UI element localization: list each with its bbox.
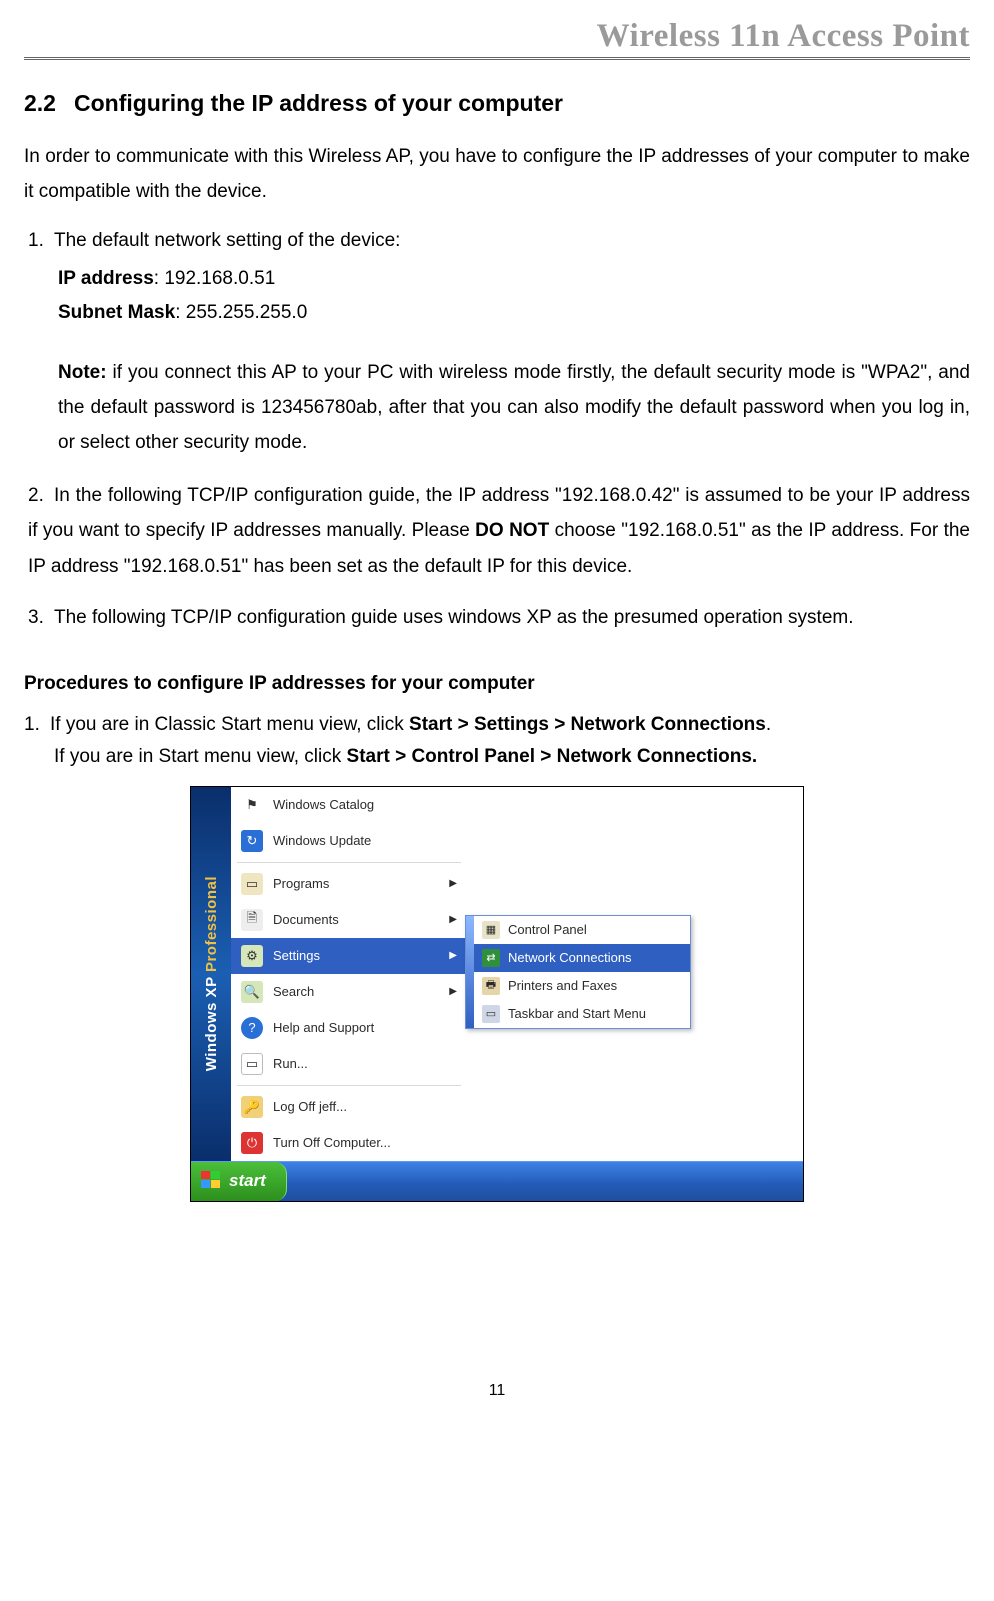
submenu-label: Network Connections <box>508 950 632 965</box>
section-heading: 2.2 Configuring the IP address of your co… <box>24 90 970 117</box>
control-panel-icon: ▦ <box>482 921 500 939</box>
separator <box>237 1085 461 1086</box>
banner-pro: Professional <box>203 876 220 972</box>
chevron-right-icon: ▶ <box>449 986 457 997</box>
network-icon: ⇄ <box>482 949 500 967</box>
proc1b-bold: Start > Control Panel > Network Connecti… <box>347 746 758 767</box>
proc1-bold: Start > Settings > Network Connections <box>409 714 766 735</box>
submenu-label: Control Panel <box>508 922 587 937</box>
settings-icon: ⚙ <box>241 945 263 967</box>
list2-bold: DO NOT <box>475 520 549 541</box>
taskbar-icon: ▭ <box>482 1005 500 1023</box>
menu-label: Turn Off Computer... <box>273 1135 391 1150</box>
windows-side-banner: Windows XP Professional <box>191 787 231 1161</box>
flag-icon: ⚑ <box>241 794 263 816</box>
list1-text: The default network setting of the devic… <box>54 230 400 251</box>
mask-label: Subnet Mask <box>58 302 175 323</box>
menu-turnoff[interactable]: ⏻ Turn Off Computer... <box>231 1125 467 1161</box>
note-text: if you connect this AP to your PC with w… <box>58 362 970 453</box>
search-icon: 🔍 <box>241 981 263 1003</box>
power-icon: ⏻ <box>241 1132 263 1154</box>
intro-paragraph: In order to communicate with this Wirele… <box>24 139 970 209</box>
menu-help[interactable]: ? Help and Support <box>231 1010 467 1046</box>
menu-logoff[interactable]: 🔑 Log Off jeff... <box>231 1089 467 1125</box>
menu-label: Windows Catalog <box>273 797 374 812</box>
menu-label: Run... <box>273 1056 308 1071</box>
submenu-control-panel[interactable]: ▦ Control Panel <box>474 916 690 944</box>
menu-label: Settings <box>273 948 320 963</box>
proc1-post: . <box>766 714 771 735</box>
note-label: Note: <box>58 362 107 383</box>
start-button[interactable]: start <box>191 1162 287 1201</box>
menu-label: Log Off jeff... <box>273 1099 347 1114</box>
note-block: Note: if you connect this AP to your PC … <box>58 355 970 460</box>
menu-documents[interactable]: 🗎 Documents ▶ <box>231 902 467 938</box>
settings-submenu: ▦ Control Panel ⇄ Network Connections 🖶 Pri… <box>465 915 691 1029</box>
chevron-right-icon: ▶ <box>449 950 457 961</box>
list-num: 1. <box>28 223 54 258</box>
submenu-label: Taskbar and Start Menu <box>508 1006 646 1021</box>
page-header: Wireless 11n Access Point <box>24 18 970 60</box>
printer-icon: 🖶 <box>482 977 500 995</box>
documents-icon: 🗎 <box>241 909 263 931</box>
submenu-taskbar[interactable]: ▭ Taskbar and Start Menu <box>474 1000 690 1028</box>
menu-settings[interactable]: ⚙ Settings ▶ <box>231 938 467 974</box>
procedures-heading: Procedures to configure IP addresses for… <box>24 673 970 695</box>
list-num: 1. <box>24 709 50 741</box>
start-menu-column: ⚑ Windows Catalog ↻ Windows Update ▭ Progra… <box>231 787 467 1161</box>
page-number: 11 <box>24 1382 970 1420</box>
menu-windows-update[interactable]: ↻ Windows Update <box>231 823 467 859</box>
mask-value: : 255.255.255.0 <box>175 302 307 323</box>
menu-run[interactable]: ▭ Run... <box>231 1046 467 1082</box>
menu-label: Search <box>273 984 314 999</box>
submenu-network-connections[interactable]: ⇄ Network Connections <box>474 944 690 972</box>
submenu-printers[interactable]: 🖶 Printers and Faxes <box>474 972 690 1000</box>
taskbar: start <box>191 1161 803 1201</box>
start-label: start <box>229 1171 266 1191</box>
menu-windows-catalog[interactable]: ⚑ Windows Catalog <box>231 787 467 823</box>
screenshot-start-menu: Windows XP Professional ⚑ Windows Catalog… <box>190 786 804 1202</box>
procedure-item-1: 1.If you are in Classic Start menu view,… <box>24 709 970 741</box>
separator <box>237 862 461 863</box>
product-title: Wireless 11n Access Point <box>597 18 970 54</box>
proc1-pre: If you are in Classic Start menu view, c… <box>50 714 409 735</box>
menu-label: Help and Support <box>273 1020 374 1035</box>
run-icon: ▭ <box>241 1053 263 1075</box>
menu-label: Programs <box>273 876 329 891</box>
chevron-right-icon: ▶ <box>449 914 457 925</box>
menu-label: Documents <box>273 912 339 927</box>
list-num: 3. <box>28 600 54 635</box>
update-icon: ↻ <box>241 830 263 852</box>
ip-label: IP address <box>58 268 154 289</box>
submenu-label: Printers and Faxes <box>508 978 617 993</box>
logoff-icon: 🔑 <box>241 1096 263 1118</box>
list-num: 2. <box>28 478 54 513</box>
ip-value: : 192.168.0.51 <box>154 268 276 289</box>
windows-flag-icon <box>201 1171 223 1191</box>
list-item-2: 2.In the following TCP/IP configuration … <box>28 478 970 583</box>
help-icon: ? <box>241 1017 263 1039</box>
menu-programs[interactable]: ▭ Programs ▶ <box>231 866 467 902</box>
menu-search[interactable]: 🔍 Search ▶ <box>231 974 467 1010</box>
banner-win: Windows <box>203 997 220 1071</box>
banner-xp: XP <box>203 972 220 997</box>
section-number: 2.2 <box>24 90 56 117</box>
menu-label: Windows Update <box>273 833 371 848</box>
section-title: Configuring the IP address of your compu… <box>74 90 563 116</box>
submenu-gutter <box>466 916 474 1028</box>
list3-text: The following TCP/IP configuration guide… <box>54 607 854 628</box>
list-item-1: 1.The default network setting of the dev… <box>28 223 970 329</box>
list-item-3: 3.The following TCP/IP configuration gui… <box>28 600 970 635</box>
proc1b-pre: If you are in Start menu view, click <box>54 746 347 767</box>
procedure-item-1b: If you are in Start menu view, click Sta… <box>54 741 970 773</box>
programs-icon: ▭ <box>241 873 263 895</box>
chevron-right-icon: ▶ <box>449 878 457 889</box>
